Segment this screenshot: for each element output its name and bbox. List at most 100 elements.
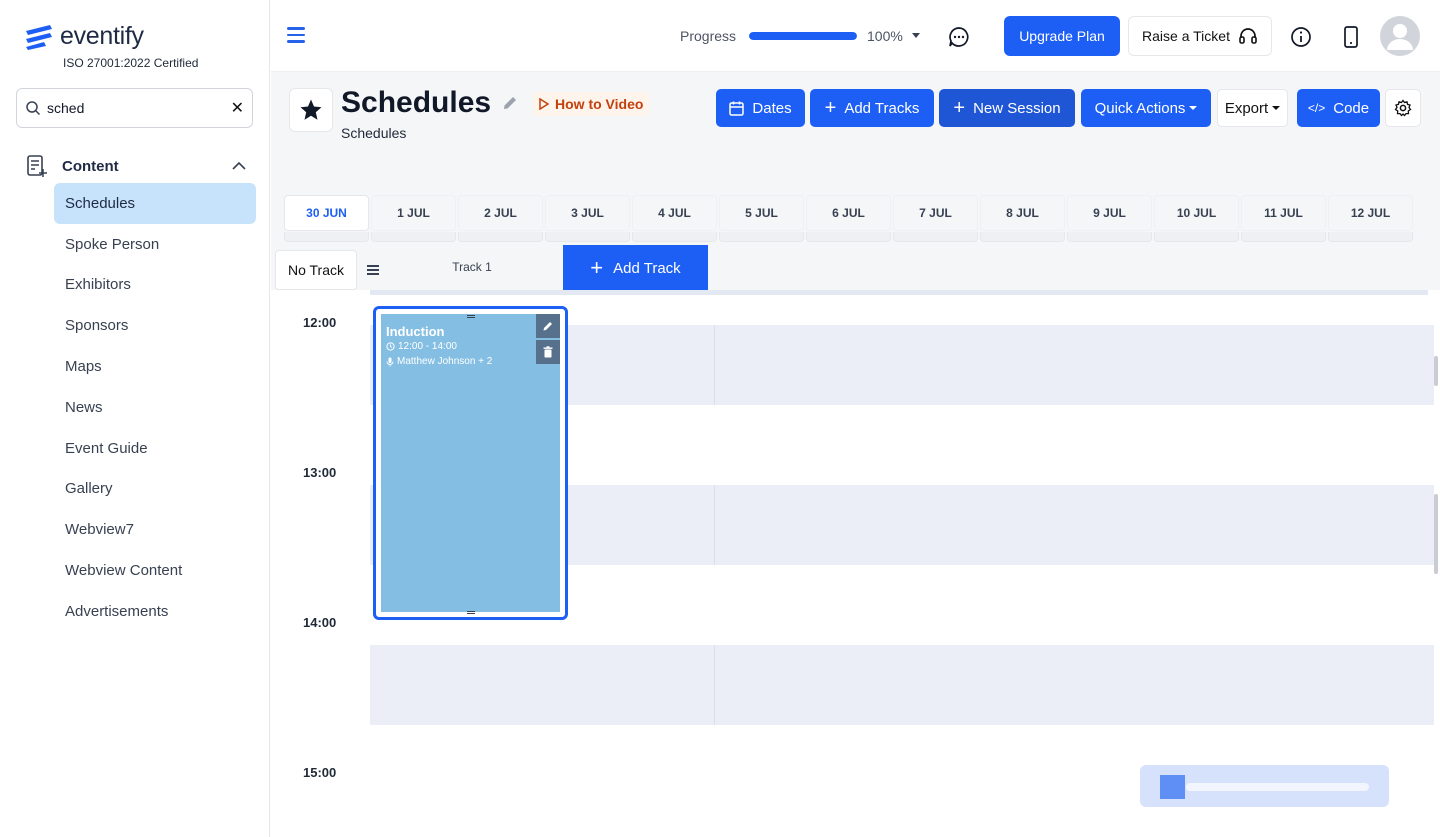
mobile-preview-icon[interactable] [1342, 26, 1360, 53]
date-tab[interactable]: 4 JUL [632, 195, 717, 231]
date-tab[interactable]: 12 JUL [1328, 195, 1413, 231]
sidebar-search[interactable]: sched ✕ [16, 88, 253, 128]
raise-ticket-button[interactable]: Raise a Ticket [1128, 16, 1272, 56]
add-track-button[interactable]: + Add Track [563, 245, 708, 291]
date-tab[interactable]: 7 JUL [893, 195, 978, 231]
progress-label: Progress [680, 28, 737, 44]
date-tab-shadow [632, 232, 717, 242]
delete-session-icon[interactable] [536, 340, 560, 364]
session-speakers: Matthew Johnson + 2 [386, 356, 492, 367]
sidebar-item-schedules[interactable]: Schedules [54, 183, 256, 224]
no-track-button[interactable]: No Track [275, 250, 357, 290]
chevron-up-icon[interactable] [232, 161, 246, 171]
quick-actions-dropdown[interactable]: Quick Actions [1081, 89, 1211, 127]
time-label: 14:00 [303, 615, 337, 630]
track-column-header[interactable]: Track 1 [381, 244, 563, 290]
chat-icon[interactable] [948, 26, 970, 53]
chevron-down-icon [1272, 106, 1281, 110]
sidebar-item-webview7[interactable]: Webview7 [54, 509, 256, 550]
date-tab[interactable]: 8 JUL [980, 195, 1065, 231]
date-tab[interactable]: 1 JUL [371, 195, 456, 231]
headset-icon [1239, 28, 1257, 44]
export-label: Export [1224, 99, 1269, 117]
plus-icon: + [824, 97, 837, 119]
user-avatar[interactable] [1380, 16, 1420, 56]
code-button[interactable]: </> Code [1297, 89, 1380, 127]
sidebar-item-gallery[interactable]: Gallery [54, 469, 256, 510]
sidebar-item-advertisements[interactable]: Advertisements [54, 591, 256, 632]
date-tab[interactable]: 11 JUL [1241, 195, 1326, 231]
tracks-header: No Track Track 1 + Add Track [271, 244, 1440, 291]
date-tabs: 30 JUN 1 JUL 2 JUL 3 JUL 4 JUL 5 JUL 6 JUL 7 JU… [284, 195, 1413, 231]
microphone-icon [386, 357, 394, 366]
resize-handle-bottom-icon[interactable] [466, 611, 475, 615]
dates-label: Dates [752, 99, 792, 117]
chevron-down-icon [1189, 106, 1198, 110]
gear-icon [1394, 99, 1412, 117]
date-tab-shadow [980, 232, 1065, 242]
date-tab[interactable]: 5 JUL [719, 195, 804, 231]
add-tracks-label: Add Tracks [844, 99, 920, 117]
date-tab-shadow [1241, 232, 1326, 242]
date-tabs-shadow [284, 232, 1413, 242]
session-speakers-text: Matthew Johnson + 2 [397, 356, 493, 367]
date-tab-shadow [545, 232, 630, 242]
sidebar-item-event-guide[interactable]: Event Guide [54, 428, 256, 469]
session-card-body: Induction 12:00 - 14:00 Matthew Johnson … [381, 314, 560, 615]
favorite-star-icon[interactable] [289, 88, 333, 132]
session-card[interactable]: Induction 12:00 - 14:00 Matthew Johnson … [373, 306, 568, 620]
how-to-video-label: How to Video [555, 96, 644, 112]
sidebar-item-sponsors[interactable]: Sponsors [54, 305, 256, 346]
search-input[interactable]: sched [47, 100, 231, 116]
loading-bar [1186, 783, 1369, 791]
date-tab[interactable]: 6 JUL [806, 195, 891, 231]
play-icon [539, 98, 549, 110]
new-session-label: New Session [973, 99, 1061, 117]
search-icon [26, 101, 41, 116]
settings-button[interactable] [1385, 89, 1421, 127]
export-dropdown[interactable]: Export [1217, 89, 1288, 127]
date-tab[interactable]: 9 JUL [1067, 195, 1152, 231]
progress-dropdown-caret-icon[interactable] [912, 33, 920, 38]
content-section-toggle[interactable]: Content [26, 154, 246, 178]
loading-widget [1140, 765, 1389, 807]
sidebar-item-spoke-person[interactable]: Spoke Person [54, 224, 256, 265]
brand-logo[interactable]: eventify [24, 22, 144, 51]
date-tab[interactable]: 30 JUN [284, 195, 369, 231]
plus-icon: + [953, 97, 966, 119]
calendar-scrollbar[interactable] [1434, 494, 1438, 574]
sidebar-item-webview-content[interactable]: Webview Content [54, 550, 256, 591]
sidebar-item-exhibitors[interactable]: Exhibitors [54, 265, 256, 306]
date-tab-shadow [284, 232, 369, 242]
resize-handle-top-icon[interactable] [466, 315, 475, 319]
date-tab-shadow [1067, 232, 1152, 242]
clear-search-icon[interactable]: ✕ [231, 98, 244, 118]
date-tab-shadow [806, 232, 891, 242]
raise-ticket-label: Raise a Ticket [1142, 28, 1230, 44]
sidebar-item-news[interactable]: News [54, 387, 256, 428]
certification-text: ISO 27001:2022 Certified [63, 56, 199, 70]
date-tab[interactable]: 2 JUL [458, 195, 543, 231]
date-tab[interactable]: 3 JUL [545, 195, 630, 231]
info-icon[interactable] [1290, 26, 1312, 53]
upgrade-plan-button[interactable]: Upgrade Plan [1004, 16, 1120, 56]
drag-handle-icon[interactable] [367, 265, 379, 275]
how-to-video-link[interactable]: How to Video [533, 92, 650, 116]
edit-session-icon[interactable] [536, 314, 560, 338]
loading-indicator [1160, 775, 1185, 799]
sidebar: eventify ISO 27001:2022 Certified sched … [0, 0, 270, 837]
new-session-button[interactable]: + New Session [939, 89, 1075, 127]
schedule-calendar: No Track Track 1 + Add Track 12:00 13:00… [271, 244, 1440, 837]
session-time-text: 12:00 - 14:00 [398, 341, 457, 352]
progress-percent: 100% [867, 28, 903, 44]
dates-button[interactable]: Dates [716, 89, 805, 127]
edit-title-icon[interactable] [501, 94, 519, 117]
menu-toggle-icon[interactable] [287, 27, 305, 43]
sidebar-item-maps[interactable]: Maps [54, 346, 256, 387]
tracks-scrollbar[interactable] [1434, 356, 1438, 386]
page-subtitle: Schedules [341, 125, 407, 141]
time-label: 12:00 [303, 315, 337, 330]
add-tracks-button[interactable]: + Add Tracks [810, 89, 934, 127]
page-title: Schedules [341, 86, 492, 119]
date-tab[interactable]: 10 JUL [1154, 195, 1239, 231]
